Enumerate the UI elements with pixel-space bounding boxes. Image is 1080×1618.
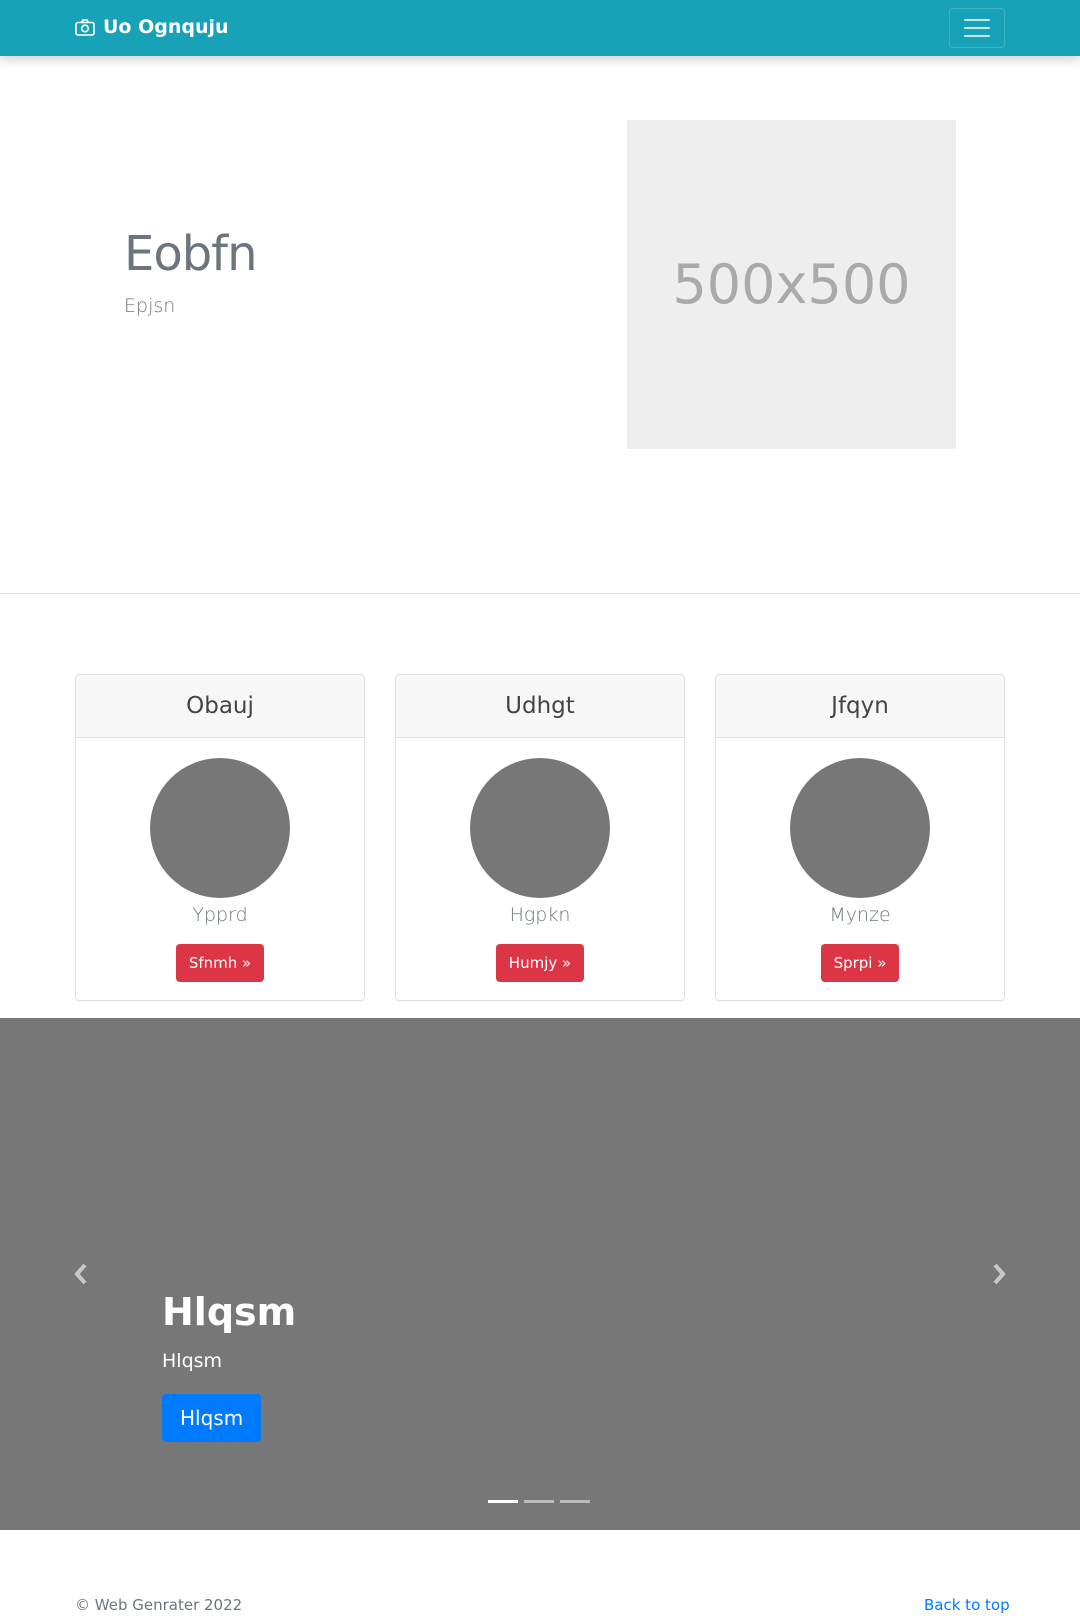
carousel-prev-control[interactable] [66, 1254, 96, 1294]
hero-placeholder-image: 500x500 [627, 120, 956, 449]
card-title: Udhgt [396, 675, 684, 738]
brand-text: Uo Ognquju [103, 16, 229, 38]
carousel-indicator[interactable] [524, 1500, 554, 1503]
hamburger-icon [964, 19, 990, 21]
carousel-indicator[interactable] [488, 1500, 518, 1503]
card-2: Udhgt Hgpkn Humjy » [395, 674, 685, 1001]
card-title: Jfqyn [716, 675, 1004, 738]
back-to-top-link[interactable]: Back to top [924, 1596, 1010, 1614]
card-3: Jfqyn Mynze Sprpi » [715, 674, 1005, 1001]
carousel-next-control[interactable] [984, 1254, 1014, 1294]
carousel-indicator[interactable] [560, 1500, 590, 1503]
card-text: Hgpkn [509, 904, 571, 926]
chevron-left-icon [74, 1263, 87, 1285]
hero-title: Eobfn [124, 226, 257, 282]
chevron-right-icon [993, 1263, 1006, 1285]
card-button[interactable]: Humjy » [495, 944, 585, 982]
avatar [150, 758, 290, 898]
card-1: Obauj Ypprd Sfnmh » [75, 674, 365, 1001]
slide-text: Hlqsm [162, 1350, 223, 1372]
carousel-indicators [488, 1500, 590, 1503]
card-button[interactable]: Sfnmh » [175, 944, 265, 982]
hamburger-icon [964, 35, 990, 37]
card-button[interactable]: Sprpi » [820, 944, 900, 982]
card-title: Obauj [76, 675, 364, 738]
placeholder-image-text: 500x500 [672, 253, 911, 316]
footer-copyright: © Web Genrater 2022 [75, 1596, 243, 1614]
section-divider [0, 593, 1080, 594]
hamburger-icon [964, 27, 990, 29]
avatar [790, 758, 930, 898]
camera-icon [75, 18, 95, 36]
hero-subtitle: Epjsn [124, 295, 176, 317]
carousel: Hlqsm Hlqsm Hlqsm [0, 1018, 1080, 1530]
avatar [470, 758, 610, 898]
navbar: Uo Ognquju [0, 0, 1080, 56]
brand-link[interactable]: Uo Ognquju [75, 16, 229, 38]
slide-title: Hlqsm [162, 1290, 297, 1334]
card-text: Ypprd [192, 904, 248, 926]
navbar-toggler-button[interactable] [949, 8, 1005, 48]
card-text: Mynze [829, 904, 891, 926]
slide-button[interactable]: Hlqsm [162, 1394, 262, 1442]
